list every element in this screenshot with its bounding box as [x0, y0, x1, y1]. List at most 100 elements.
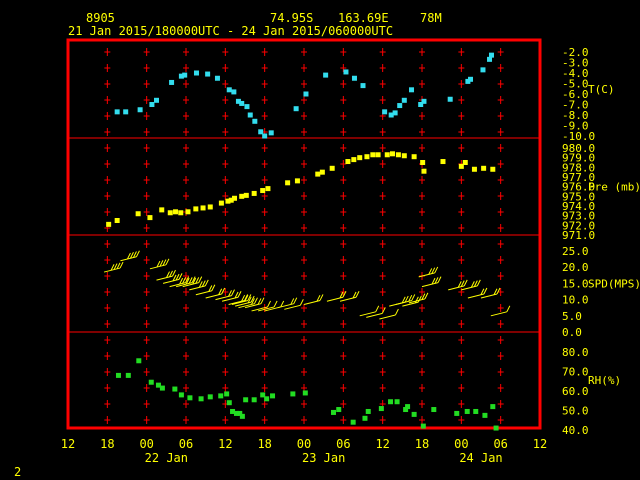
temperature-point [262, 133, 268, 139]
pressure-point [173, 209, 179, 215]
humidity-point [493, 425, 499, 431]
pressure-point [401, 153, 407, 159]
station-elevation: 78M [420, 11, 442, 25]
time-tick-label: 12 [218, 437, 232, 451]
temperature-point [244, 104, 250, 110]
temperature-point [447, 96, 453, 102]
humidity-point [148, 379, 154, 385]
meteogram-plot: 12 18 00 06 12 18 00 06 12 18 00 06 1222 Jan 23 Jan 24… [14, 38, 640, 479]
pressure-point [357, 155, 363, 161]
temperature-point [343, 69, 349, 75]
y-tick-label: 971.0 [562, 229, 595, 242]
day-label: 22 Jan [145, 451, 188, 465]
time-tick-label: 06 [493, 437, 507, 451]
time-tick-label: 18 [257, 437, 271, 451]
wind-barb [467, 287, 488, 299]
pressure-point [411, 154, 417, 160]
y-tick-label: 15.0 [562, 277, 589, 290]
temperature-point [226, 87, 232, 93]
humidity-point [136, 358, 142, 364]
station-id: 8905 [86, 11, 115, 25]
humidity-point [405, 404, 411, 410]
temperature-point [480, 67, 486, 73]
day-label: 23 Jan [302, 451, 345, 465]
y-tick-label: 50.0 [562, 405, 589, 418]
wind-barb [169, 276, 190, 288]
pressure-point [420, 160, 426, 165]
panel-label: T(C) [588, 83, 615, 96]
pressure-point [345, 159, 351, 165]
temperature-point [169, 79, 175, 85]
temperature-point [409, 87, 415, 93]
humidity-point [239, 413, 245, 419]
station-latitude: 74.95S [270, 11, 314, 25]
pressure-point [167, 210, 173, 216]
pressure-point [471, 166, 477, 172]
temperature-point [214, 75, 220, 81]
y-tick-label: 40.0 [562, 424, 589, 437]
humidity-point [365, 408, 371, 414]
pressure-point [200, 205, 206, 211]
pressure-point [114, 218, 120, 223]
wind-barb [162, 273, 183, 284]
time-tick-label: 00 [297, 437, 311, 451]
wind-barb [189, 279, 209, 291]
humidity-point [350, 419, 356, 425]
temperature-point [397, 103, 403, 109]
wind-barb [284, 299, 304, 310]
time-tick-label: 00 [454, 437, 468, 451]
y-tick-label: 10.0 [562, 294, 589, 307]
time-tick-label: 12 [61, 437, 75, 451]
time-tick-label: 06 [336, 437, 350, 451]
time-tick-label: 12 [375, 437, 389, 451]
marks-layer [103, 52, 511, 431]
pressure-point [265, 186, 271, 192]
temperature-point [468, 76, 474, 82]
grid-layer [104, 48, 504, 424]
temperature-point [114, 109, 120, 115]
time-tick-label: 00 [139, 437, 153, 451]
temperature-point [360, 83, 366, 89]
temperature-point [268, 130, 274, 136]
pressure-point [251, 190, 257, 196]
temperature-point [193, 70, 199, 76]
humidity-point [251, 397, 257, 403]
pressure-point [185, 209, 191, 215]
temperature-point [488, 52, 494, 58]
humidity-point [302, 390, 308, 396]
temperature-point [252, 118, 258, 124]
day-label: 24 Jan [459, 451, 502, 465]
y-tick-label: 0.0 [562, 326, 582, 339]
humidity-point [473, 408, 479, 414]
humidity-point [420, 423, 426, 429]
pressure-point [462, 160, 468, 165]
wind-barb [389, 295, 409, 307]
time-period: 21 Jan 2015/180000UTC - 24 Jan 2015/0600… [68, 24, 394, 38]
humidity-point [226, 400, 232, 406]
time-tick-label: 18 [415, 437, 429, 451]
humidity-point [378, 406, 384, 412]
wind-barb [359, 305, 380, 317]
pressure-point [239, 193, 245, 199]
temperature-point [382, 109, 388, 115]
pressure-point [294, 178, 300, 184]
humidity-point [336, 407, 342, 413]
humidity-point [482, 412, 488, 418]
temperature-point [392, 110, 398, 116]
pressure-point [390, 151, 395, 157]
y-tick-label: 80.0 [562, 346, 589, 359]
pressure-point [329, 165, 335, 171]
humidity-point [464, 408, 470, 414]
humidity-point [207, 394, 213, 400]
temperature-point [323, 72, 329, 78]
humidity-point [159, 385, 165, 391]
pressure-point [243, 192, 249, 198]
humidity-point [270, 393, 276, 399]
pressure-point [178, 210, 184, 216]
pressure-point [285, 180, 291, 186]
axes-layer: 12 18 00 06 12 18 00 06 12 18 00 06 12 22 Jan 23 Jan 24… [61, 38, 640, 465]
humidity-point [362, 415, 368, 421]
wind-barb [395, 294, 416, 305]
temperature-point [154, 97, 159, 103]
humidity-point [394, 399, 400, 405]
